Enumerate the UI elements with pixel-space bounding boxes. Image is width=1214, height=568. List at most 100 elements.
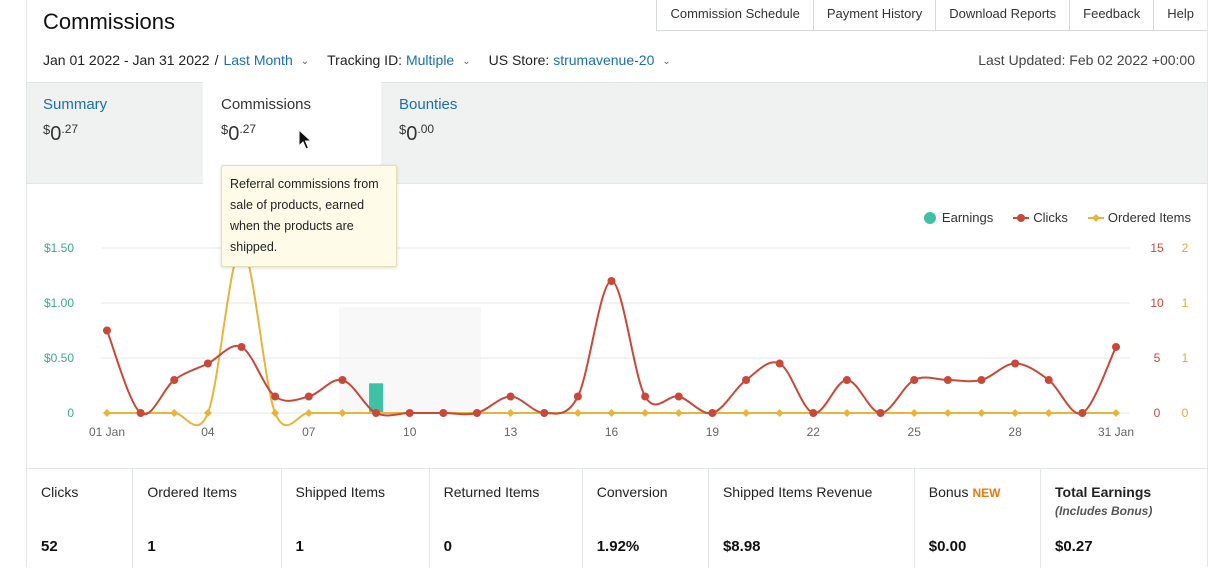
ordered-items-point (103, 409, 111, 417)
stat-shipped-revenue: Shipped Items Revenue $8.98 (709, 469, 915, 568)
stat-conversion-label: Conversion (596, 484, 668, 500)
x-tick-label: 25 (908, 425, 922, 439)
stat-bonus-label: Bonus NEW (928, 484, 1001, 500)
x-tick-label: 01 Jan (89, 425, 125, 439)
top-nav: Commission Schedule Payment History Down… (656, 0, 1207, 31)
y-right-clicks-tick-label: 0 (1154, 406, 1161, 420)
clicks-point (304, 392, 313, 401)
summary-tabs: Summary $0.27 Commissions $0.27 Bounties… (27, 82, 1207, 188)
commissions-chart: $1.50 15 2$1.00 10 1$0.50 5 10 0 001 Jan 04 07 10 13… (44, 241, 1189, 439)
clicks-point (1044, 376, 1053, 384)
clicks-point (742, 376, 751, 384)
tracking-id-label: Tracking ID: (327, 52, 403, 68)
x-tick-label: 04 (201, 425, 215, 439)
legend-clicks-label: Clicks (1033, 210, 1068, 225)
x-tick-label: 22 (807, 425, 821, 439)
stat-clicks: Clicks 52 (27, 469, 134, 568)
tab-summary[interactable]: Summary $0.27 (27, 83, 203, 183)
x-tick-label: 31 Jan (1098, 425, 1134, 439)
ordered-items-point (742, 409, 751, 417)
date-preset-dropdown[interactable]: Last Month (223, 52, 292, 68)
clicks-point (472, 409, 481, 417)
feedback-button[interactable]: Feedback (1069, 0, 1154, 31)
y-left-tick-label: $1.50 (44, 241, 74, 255)
ordered-items-point (203, 409, 212, 417)
y-right-clicks-tick-label: 5 (1154, 351, 1161, 365)
stat-returned-items: Returned Items 0 (430, 469, 583, 568)
legend-clicks[interactable]: Clicks (1013, 210, 1068, 225)
last-updated-text: Last Updated: Feb 02 2022 +00:00 (978, 52, 1195, 68)
ordered-items-point (506, 409, 515, 417)
legend-ordered-items[interactable]: Ordered Items (1087, 210, 1191, 225)
legend-clicks-marker (1013, 213, 1030, 222)
x-tick-label: 16 (605, 425, 619, 439)
y-left-tick-label: $0.50 (44, 351, 74, 365)
y-left-tick-label: $1.00 (44, 296, 74, 310)
stat-ordered-items: Ordered Items 1 (133, 469, 282, 568)
clicks-point (439, 409, 448, 417)
stat-shipped-items: Shipped Items 1 (282, 469, 430, 568)
ordered-items-point (775, 409, 784, 417)
ordered-items-line (107, 246, 1116, 427)
ordered-items-point (842, 409, 851, 417)
chevron-down-icon[interactable]: ⌄ (301, 56, 309, 67)
tab-bounties-value: $0.00 (399, 122, 435, 145)
x-tick-label: 07 (302, 425, 316, 439)
stat-total-earnings: Total Earnings (Includes Bonus) $0.27 (1041, 469, 1207, 568)
commission-schedule-button[interactable]: Commission Schedule (656, 0, 813, 31)
stat-total-value: $0.27 (1055, 538, 1093, 555)
x-tick-label: 19 (706, 425, 720, 439)
clicks-point (136, 409, 145, 417)
stat-shipped-value: 1 (295, 538, 304, 555)
chevron-down-icon[interactable]: ⌄ (462, 56, 470, 67)
legend-earnings[interactable]: Earnings (923, 210, 993, 225)
ordered-items-point (607, 409, 616, 417)
clicks-point (641, 392, 650, 401)
date-separator: / (214, 52, 219, 68)
ordered-items-point (170, 409, 179, 417)
stat-shipped-label: Shipped Items (295, 484, 386, 500)
ordered-items-point (1112, 409, 1120, 417)
store-label: US Store: (488, 52, 550, 68)
ordered-items-point (271, 409, 280, 417)
clicks-point (573, 392, 582, 401)
help-button[interactable]: Help (1153, 0, 1207, 31)
clicks-point (338, 376, 347, 384)
tab-commissions-value: $0.27 (221, 122, 257, 145)
legend-earnings-marker (923, 211, 936, 224)
ordered-items-point (1011, 409, 1020, 417)
clicks-point (203, 359, 212, 368)
clicks-point (842, 376, 851, 384)
chevron-down-icon[interactable]: ⌄ (662, 56, 670, 67)
clicks-point (271, 392, 280, 401)
download-reports-button[interactable]: Download Reports (935, 0, 1070, 31)
ordered-items-point (1044, 409, 1053, 417)
legend-earnings-label: Earnings (941, 210, 994, 225)
legend-ordered-label: Ordered Items (1107, 210, 1191, 225)
clicks-point (674, 392, 683, 401)
clicks-point (237, 343, 246, 351)
clicks-point (372, 409, 381, 417)
stat-revenue-label: Shipped Items Revenue (722, 484, 873, 500)
store-dropdown[interactable]: strumavenue-20 (553, 52, 654, 68)
stat-conversion: Conversion 1.92% (583, 469, 709, 568)
clicks-point (910, 376, 919, 384)
y-right-clicks-tick-label: 10 (1150, 296, 1164, 310)
clicks-point (540, 409, 549, 417)
stat-ordered-label: Ordered Items (147, 484, 237, 500)
app-frame: Commissions Commission Schedule Payment … (26, 0, 1208, 568)
tab-bounties[interactable]: Bounties $0.00 (381, 83, 561, 183)
ordered-items-point (304, 409, 313, 417)
stat-ordered-value: 1 (147, 538, 156, 555)
clicks-point (1112, 343, 1120, 351)
new-badge: NEW (972, 486, 1001, 500)
chart-legend: Earnings Clicks Ordered Items (903, 210, 1191, 225)
y-right-clicks-tick-label: 15 (1150, 241, 1164, 255)
mouse-cursor-icon (298, 129, 312, 150)
filter-bar: Jan 01 2022 - Jan 31 2022 / Last Month ⌄… (43, 52, 689, 68)
tracking-id-dropdown[interactable]: Multiple (406, 52, 454, 68)
tab-summary-value: $0.27 (43, 122, 79, 145)
date-range-text: Jan 01 2022 - Jan 31 2022 (43, 52, 210, 68)
x-tick-label: 28 (1008, 425, 1022, 439)
payment-history-button[interactable]: Payment History (812, 0, 936, 31)
